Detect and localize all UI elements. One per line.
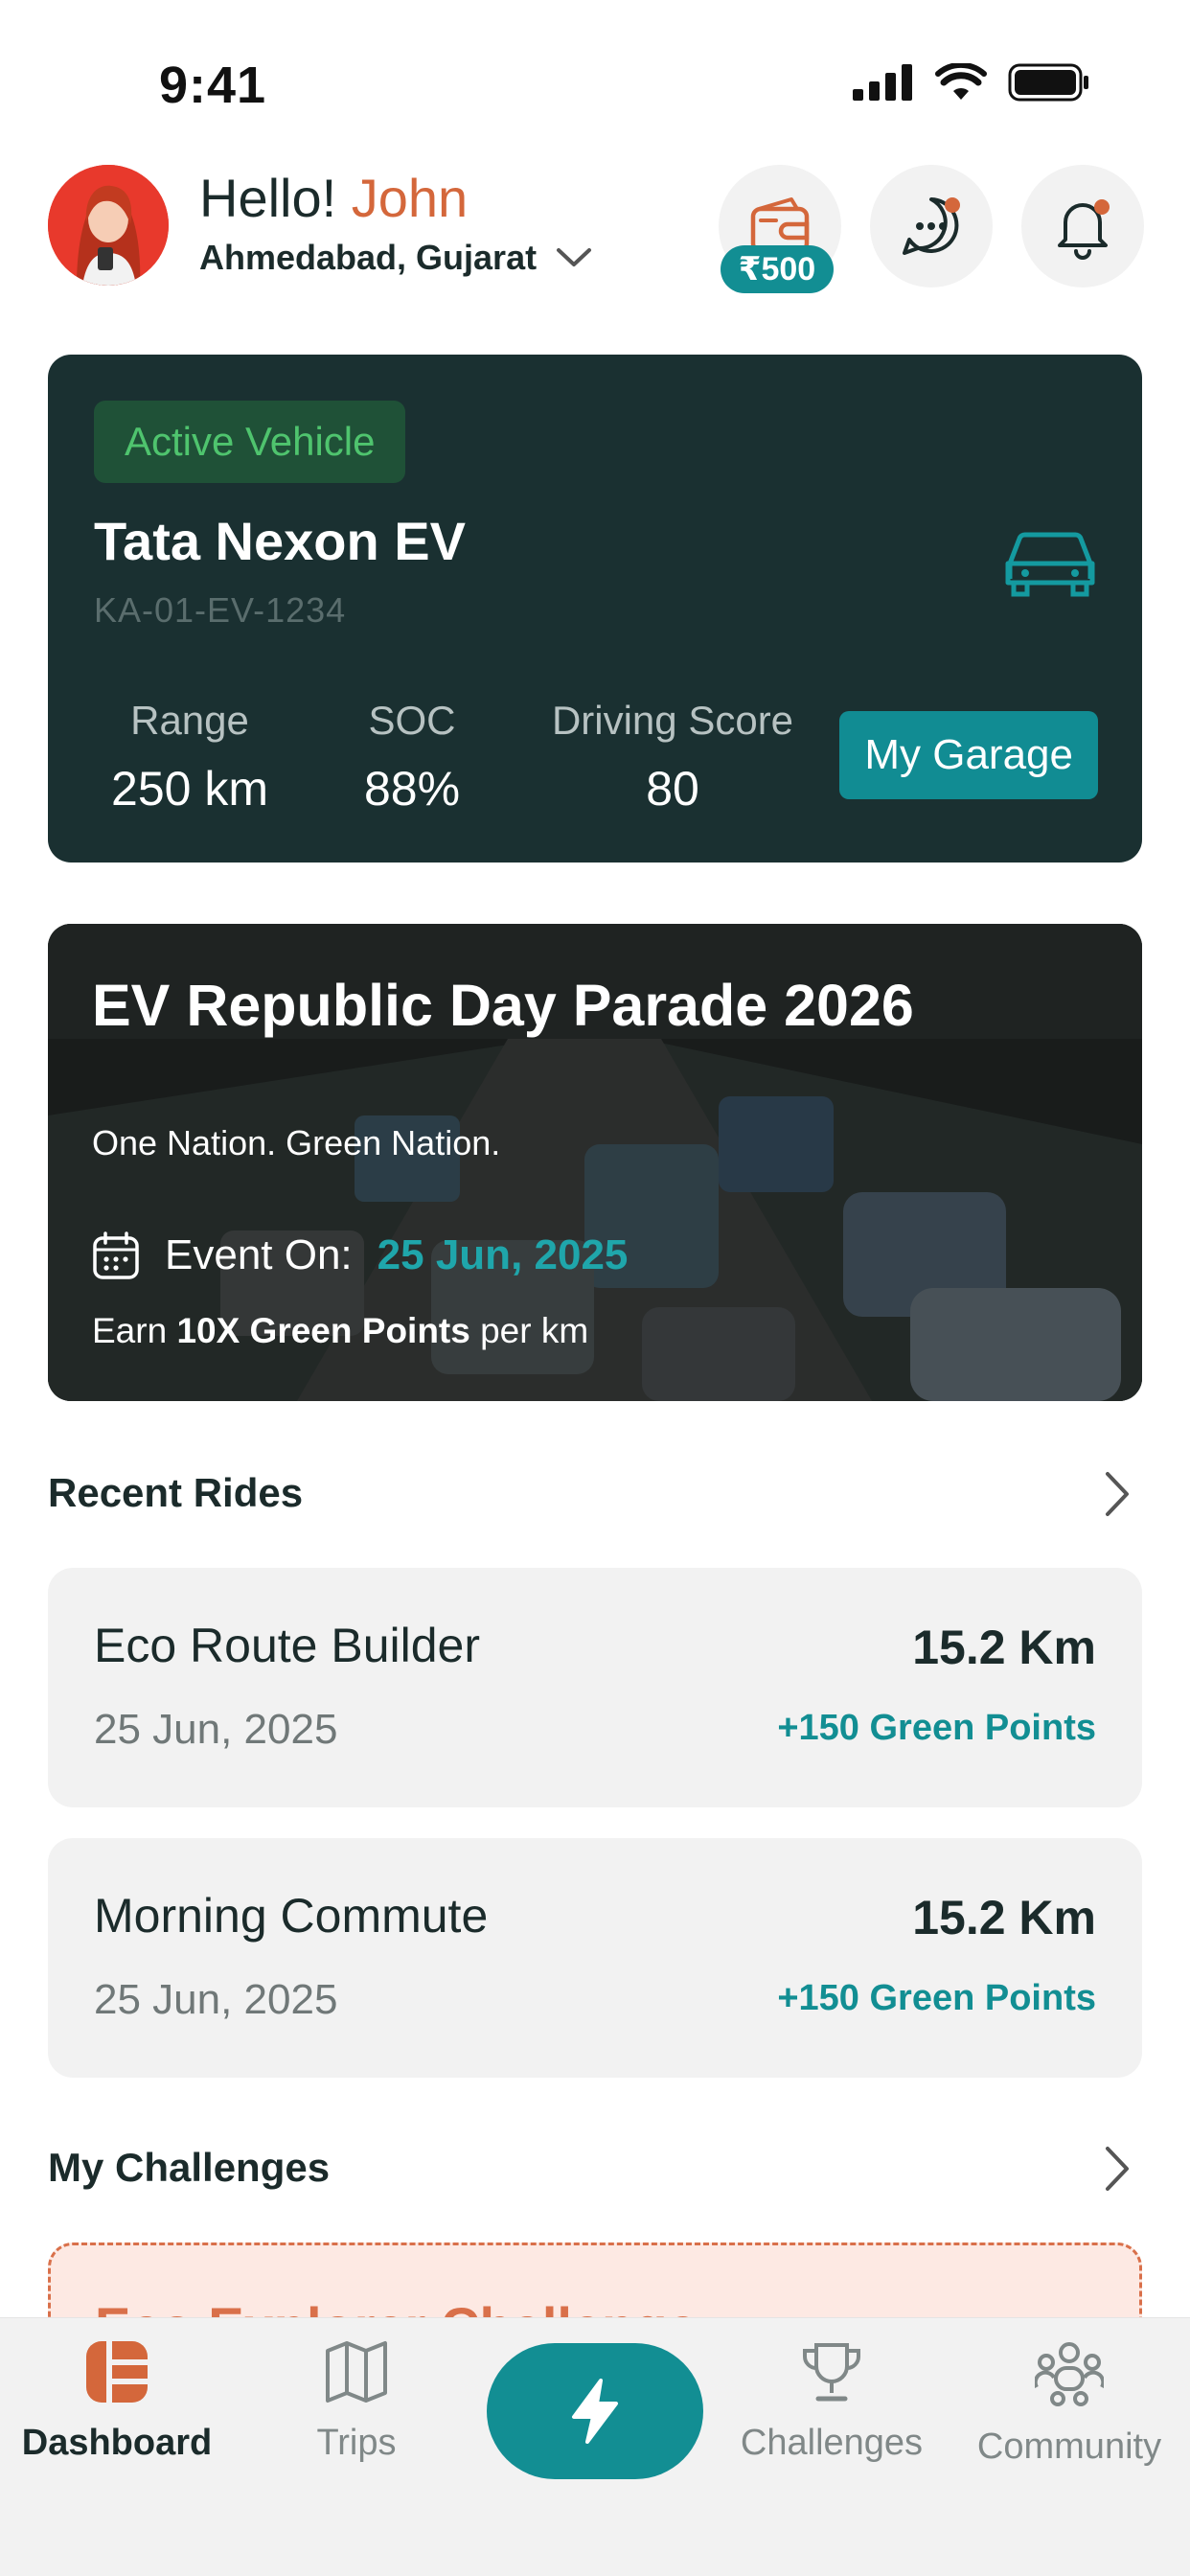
ride-name: Morning Commute [94,1889,489,1943]
tab-label: Community [976,2426,1162,2467]
active-vehicle-badge: Active Vehicle [94,401,406,483]
stat-label: Range [130,698,249,743]
signal-icon [853,64,912,101]
earn-suffix: per km [480,1311,589,1350]
chevron-down-icon [557,248,592,266]
location-selector[interactable]: Ahmedabad, Gujarat [199,238,592,278]
tab-label: Dashboard [21,2423,213,2463]
recent-rides-chevron-right-icon[interactable] [1104,1470,1131,1518]
ride-card[interactable]: Morning Commute 25 Jun, 2025 15.2 Km +15… [48,1838,1142,2078]
my-challenges-title: My Challenges [48,2145,331,2190]
wallet-balance-badge: ₹500 [721,245,834,293]
recent-rides-title: Recent Rides [48,1470,304,1515]
vehicle-plate: KA-01-EV-1234 [94,590,347,630]
chat-icon [903,197,960,255]
calendar-icon [93,1231,139,1279]
center-action-button[interactable] [487,2343,703,2479]
ride-points: +150 Green Points [777,1708,1096,1748]
stat-soc: SOC 88% [345,698,479,816]
ride-points: +150 Green Points [777,1978,1096,2018]
ride-distance: 15.2 Km [912,1891,1096,1944]
tab-challenges[interactable]: Challenges [726,2339,937,2464]
event-title: EV Republic Day Parade 2026 [92,973,914,1038]
status-icons [853,63,1090,102]
event-subtitle: One Nation. Green Nation. [92,1123,501,1162]
stat-driving-score: Driving Score 80 [527,698,818,816]
earn-points-text: Earn 10X Green Points per km [92,1311,588,1351]
ride-date: 25 Jun, 2025 [94,1976,338,2023]
stat-value: 250 km [111,762,268,816]
lightning-icon [572,2379,618,2444]
tab-community[interactable]: Community [964,2339,1175,2468]
user-name: John [351,168,469,228]
community-icon [1033,2342,1106,2406]
event-date-row: Event On: 25 Jun, 2025 [92,1230,628,1280]
greeting-text: Hello! [199,168,337,228]
tab-label: Trips [316,2423,397,2463]
tab-trips[interactable]: Trips [251,2339,462,2464]
ride-date: 25 Jun, 2025 [94,1706,338,1753]
location-text: Ahmedabad, Gujarat [199,238,538,277]
stat-range: Range 250 km [94,698,286,816]
avatar[interactable] [48,165,169,286]
event-on-label: Event On: [165,1231,353,1278]
challenges-chevron-right-icon[interactable] [1104,2145,1131,2193]
stat-label: SOC [368,698,456,743]
bottom-tab-bar: Dashboard Trips Challenges Community [0,2317,1190,2576]
ride-distance: 15.2 Km [912,1621,1096,1674]
tab-label: Challenges [740,2423,924,2463]
event-date: 25 Jun, 2025 [377,1231,629,1278]
trophy-icon [803,2343,860,2402]
event-banner[interactable]: EV Republic Day Parade 2026 One Nation. … [48,924,1142,1401]
status-time: 9:41 [159,57,267,114]
ride-card[interactable]: Eco Route Builder 25 Jun, 2025 15.2 Km +… [48,1568,1142,1807]
messages-button[interactable] [870,165,993,288]
car-icon [1005,532,1095,597]
earn-highlight: 10X Green Points [176,1311,470,1350]
stat-label: Driving Score [551,698,794,743]
map-icon [326,2341,387,2403]
bell-icon [1058,199,1110,260]
stat-value: 88% [363,762,461,816]
header: Hello! John Ahmedabad, Gujarat [48,165,1144,291]
ride-name: Eco Route Builder [94,1619,481,1672]
greeting: Hello! John [199,167,468,229]
wifi-icon [935,63,987,100]
my-garage-button[interactable]: My Garage [839,711,1098,799]
active-vehicle-card[interactable]: Active Vehicle Tata Nexon EV KA-01-EV-12… [48,355,1142,862]
dashboard-icon [86,2341,148,2403]
tab-dashboard[interactable]: Dashboard [11,2339,222,2464]
earn-prefix: Earn [92,1311,168,1350]
notifications-button[interactable] [1021,165,1144,288]
stat-value: 80 [646,762,699,816]
vehicle-name: Tata Nexon EV [94,511,466,571]
battery-icon [1008,63,1088,102]
